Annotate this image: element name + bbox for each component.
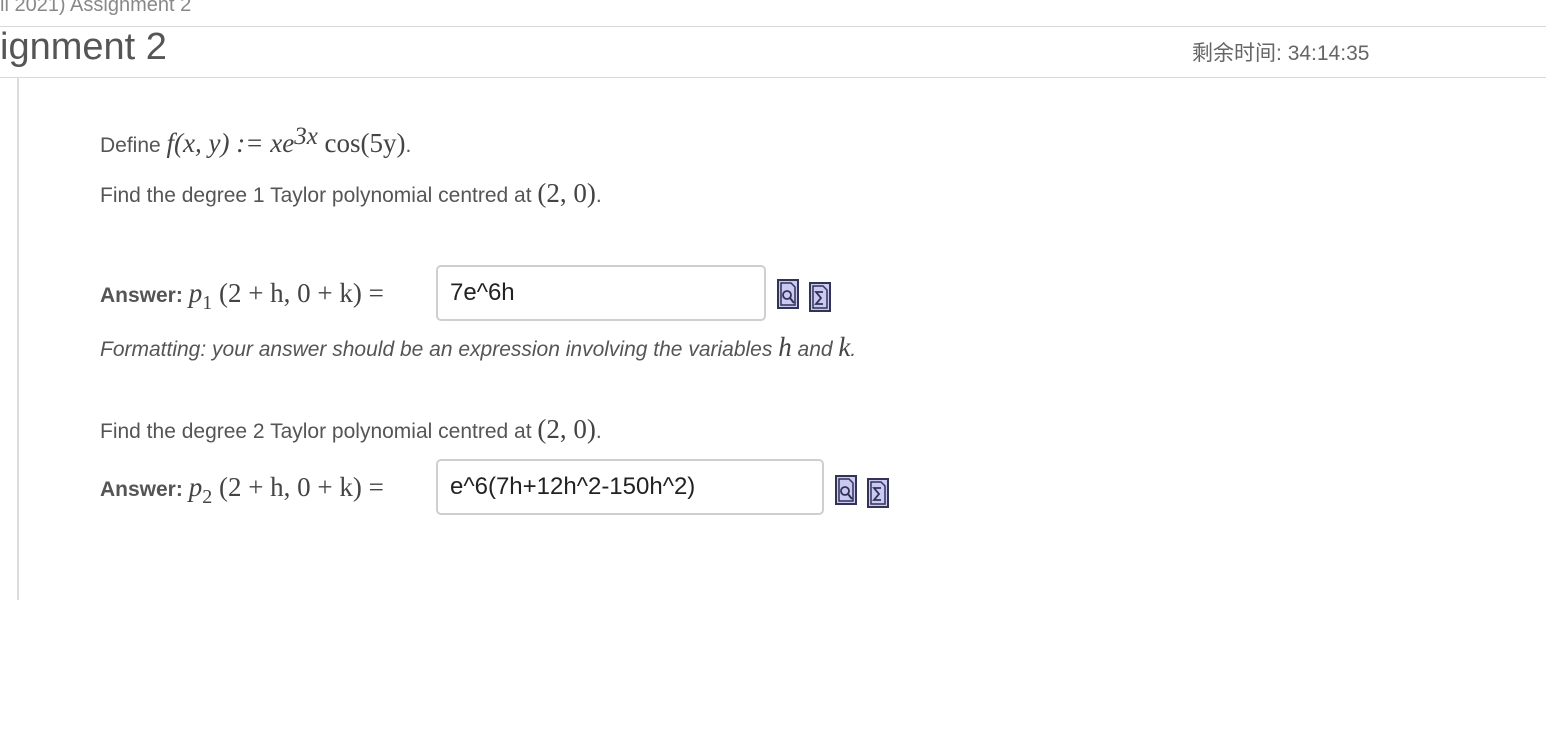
preview-icon[interactable] (777, 279, 799, 309)
var-k: k (838, 332, 851, 362)
function-lhs: f(x, y) := xe (166, 128, 295, 158)
define-label: Define (100, 134, 161, 157)
part1-prompt: Find the degree 1 Taylor polynomial cent… (100, 178, 602, 209)
variable-k: k (838, 332, 850, 362)
answer2-label-text: Answer: (100, 478, 183, 501)
time-remaining: 剩余时间: 34:14:35 (1192, 37, 1369, 67)
p1-subscript: 1 (202, 292, 213, 314)
page-title: ignment 2 (0, 26, 167, 68)
function-definition: Define f(x, y) := xe3x cos(5y). (100, 123, 412, 159)
part2-period: . (595, 420, 602, 443)
formatting-text: Formatting: your answer should be an exp… (100, 338, 773, 361)
part1-period: . (595, 184, 602, 207)
answer1-input[interactable] (436, 265, 766, 321)
part2-prompt: Find the degree 2 Taylor polynomial cent… (100, 414, 602, 445)
answer2-label: Answer: p2 (2 + h, 0 + k) = (100, 472, 384, 508)
sigma-equation-icon[interactable] (809, 282, 831, 312)
question-left-border (17, 78, 19, 600)
function-formula: f(x, y) := xe3x cos(5y) (166, 123, 406, 158)
answer1-label: Answer: p1 (2 + h, 0 + k) = (100, 278, 384, 314)
function-exponent: 3x (294, 123, 318, 150)
p1-expression: p1 (2 + h, 0 + k) = (188, 278, 384, 314)
variable-h: h (778, 332, 792, 362)
p1-name: p (188, 278, 203, 308)
part2-prompt-text: Find the degree 2 Taylor polynomial cent… (100, 420, 532, 443)
sigma-equation-icon[interactable] (867, 478, 889, 508)
formatting-note: Formatting: your answer should be an exp… (100, 332, 856, 363)
timer-label: 剩余时间: (1192, 42, 1282, 65)
p2-name: p (188, 472, 203, 502)
function-period: . (405, 134, 412, 157)
var-h: h (778, 332, 792, 362)
var-and: and (791, 338, 839, 361)
p2-subscript: 2 (202, 486, 213, 508)
p2-expression: p2 (2 + h, 0 + k) = (188, 472, 384, 508)
part1-prompt-text: Find the degree 1 Taylor polynomial cent… (100, 184, 532, 207)
preview-icon[interactable] (835, 475, 857, 505)
part1-centre-point: (2, 0) (537, 178, 596, 208)
header-divider (0, 77, 1546, 78)
function-rest: cos(5y) (317, 128, 406, 158)
p2-args: (2 + h, 0 + k) = (218, 472, 384, 502)
top-divider (0, 26, 1546, 27)
breadcrumb: ll 2021) Assignment 2 (0, 0, 192, 16)
answer1-label-text: Answer: (100, 284, 183, 307)
answer2-input[interactable] (436, 459, 824, 515)
timer-value: 34:14:35 (1287, 42, 1370, 65)
p1-args: (2 + h, 0 + k) = (218, 278, 384, 308)
formatting-period: . (850, 338, 857, 361)
part2-centre-point: (2, 0) (537, 414, 596, 444)
